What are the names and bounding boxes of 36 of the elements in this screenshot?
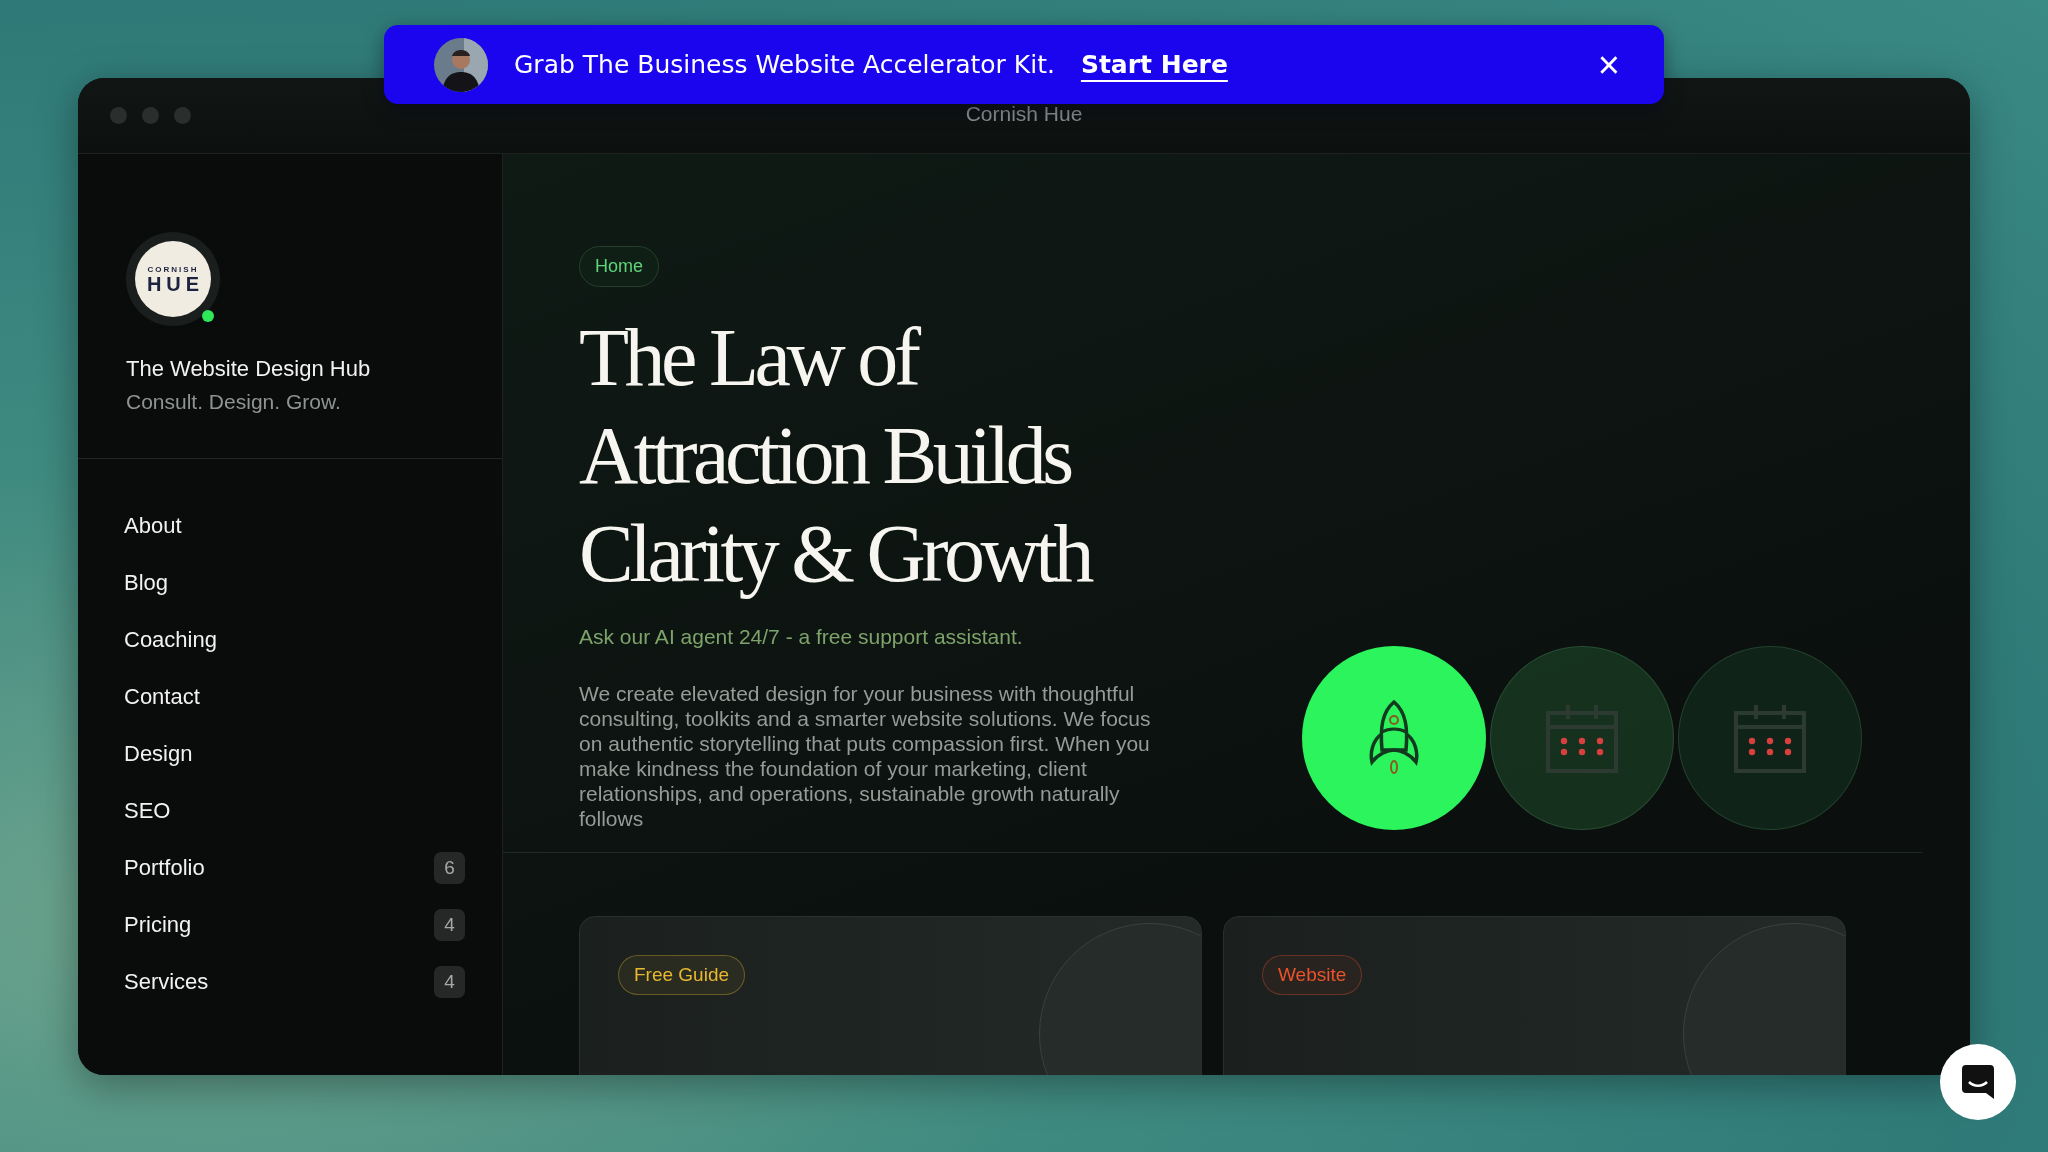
- window-control[interactable]: [110, 107, 127, 124]
- hero-heading: The Law of: [579, 311, 919, 405]
- nav-item[interactable]: Design: [124, 725, 465, 782]
- window-title: Cornish Hue: [965, 102, 1083, 125]
- nav-item[interactable]: About: [124, 497, 465, 554]
- close-button[interactable]: ×: [1593, 45, 1624, 84]
- count-badge: 6: [434, 851, 465, 884]
- hero-heading: Clarity & Growth: [579, 507, 1091, 601]
- card-tag: Free Guide: [618, 955, 746, 995]
- nav-item[interactable]: Services 4: [124, 953, 465, 1010]
- banner-message: Grab The Business Website Accelerator Kit.: [514, 50, 1055, 79]
- nav-item[interactable]: Portfolio 6: [124, 839, 465, 896]
- start-here-link[interactable]: Start Here: [1080, 50, 1228, 79]
- resource-card[interactable]: Website: [1223, 916, 1846, 1075]
- hero-heading: Attraction Builds: [579, 409, 1072, 503]
- nav-item[interactable]: Contact: [124, 668, 465, 725]
- hero-subtitle: Ask our AI agent 24/7 - a free support assistant.: [579, 625, 1023, 649]
- nav-item[interactable]: SEO: [124, 782, 465, 839]
- nav-item[interactable]: Coaching: [124, 611, 465, 668]
- logo-text: CORNISH: [147, 264, 199, 274]
- resource-card[interactable]: Free Guide: [579, 916, 1202, 1075]
- nav-item[interactable]: Blog: [124, 554, 465, 611]
- count-badge: 4: [434, 965, 465, 998]
- site-name: The Website Design Hub: [126, 356, 372, 382]
- logo-text: HUE: [146, 273, 205, 294]
- window-control[interactable]: [142, 107, 159, 124]
- nav-item[interactable]: Pricing 4: [124, 896, 465, 953]
- calendar-icon: [1544, 703, 1620, 773]
- card-tag: Website: [1262, 955, 1363, 995]
- window-control[interactable]: [174, 107, 191, 124]
- chat-icon: [1962, 1065, 1994, 1099]
- hero-description: We create elevated design for your business with thoughtful consulting, toolkits and a smarter website solutions. We focus on authentic storytelling that puts compassion first. When you make kindness the foundation of your marketing, client relationships, and operations, sustainable growth naturally follows: [579, 681, 1151, 831]
- count-badge: 4: [434, 908, 465, 941]
- calendar-icon: [1732, 703, 1808, 773]
- site-tagline: Consult. Design. Grow.: [126, 390, 342, 414]
- breadcrumb-link[interactable]: Home: [579, 246, 659, 287]
